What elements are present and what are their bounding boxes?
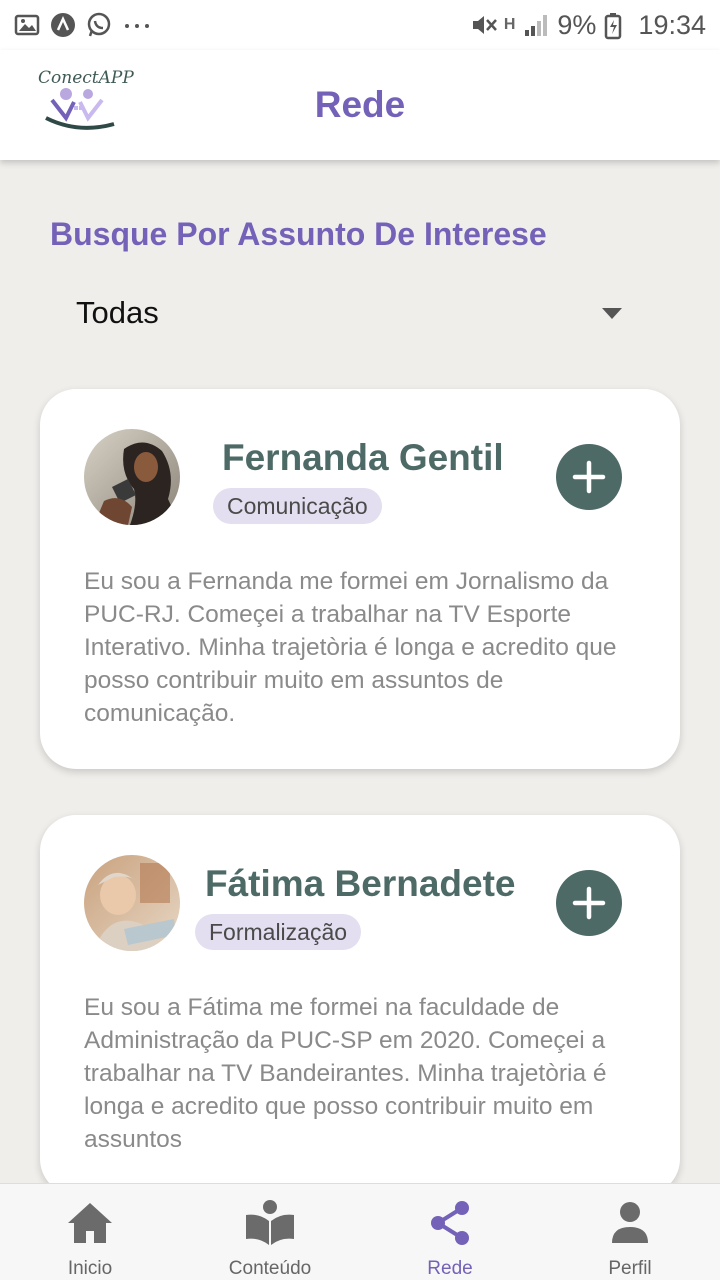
topic-select[interactable]: Todas bbox=[76, 288, 626, 338]
app-header: ConectAPP Rede bbox=[0, 50, 720, 160]
mute-icon bbox=[470, 12, 497, 38]
add-connection-button[interactable] bbox=[556, 870, 622, 936]
person-icon bbox=[605, 1198, 655, 1248]
page-title: Rede bbox=[314, 84, 406, 125]
status-left bbox=[14, 12, 149, 38]
share-icon bbox=[425, 1198, 475, 1248]
profile-bio: Eu sou a Fernanda me formei em Jornalism… bbox=[84, 568, 617, 727]
avatar bbox=[84, 855, 180, 951]
profile-card: Fátima Bernadete Formalização Eu sou a F… bbox=[40, 815, 680, 1195]
bottom-navigation: Inicio Conteúdo Rede Perfil bbox=[0, 1183, 720, 1280]
whatsapp-icon bbox=[86, 12, 112, 38]
status-right: H 9% 19:34 bbox=[470, 10, 706, 41]
profile-name: Fernanda Gentil bbox=[222, 437, 504, 478]
profile-name: Fátima Bernadete bbox=[205, 863, 516, 904]
nav-label: Perfil bbox=[608, 1258, 652, 1279]
interest-tag: Comunicação bbox=[213, 488, 382, 524]
profile-card: Fernanda Gentil Comunicação Eu sou a Fer… bbox=[40, 389, 680, 769]
battery-icon bbox=[604, 12, 630, 40]
nav-item-perfil[interactable]: Perfil bbox=[540, 1184, 720, 1280]
more-icon bbox=[122, 12, 149, 38]
dropdown-arrow-icon bbox=[602, 307, 622, 319]
clock: 19:34 bbox=[638, 9, 706, 40]
interest-tag: Formalização bbox=[195, 914, 362, 950]
nav-label: Inicio bbox=[67, 1258, 113, 1279]
nav-item-inicio[interactable]: Inicio bbox=[0, 1184, 180, 1280]
battery-percent: 9% bbox=[557, 9, 597, 40]
profile-bio: Eu sou a Fátima me formei na faculdade d… bbox=[84, 994, 607, 1153]
avatar bbox=[84, 429, 180, 525]
filter-heading: Busque Por Assunto De Interese bbox=[50, 216, 547, 252]
app-icon bbox=[50, 12, 76, 38]
nav-item-rede[interactable]: Rede bbox=[360, 1184, 540, 1280]
plus-icon bbox=[572, 886, 606, 920]
add-connection-button[interactable] bbox=[556, 444, 622, 510]
status-bar: H 9% 19:34 bbox=[0, 0, 720, 50]
home-icon bbox=[65, 1198, 115, 1248]
nav-label: Conteúdo bbox=[228, 1258, 312, 1279]
select-value: Todas bbox=[76, 295, 159, 330]
network-type: H bbox=[503, 16, 516, 33]
book-icon bbox=[245, 1198, 295, 1248]
nav-label: Rede bbox=[427, 1258, 473, 1279]
plus-icon bbox=[572, 460, 606, 494]
image-icon bbox=[14, 12, 40, 38]
signal-icon bbox=[523, 12, 549, 38]
nav-item-conteudo[interactable]: Conteúdo bbox=[180, 1184, 360, 1280]
